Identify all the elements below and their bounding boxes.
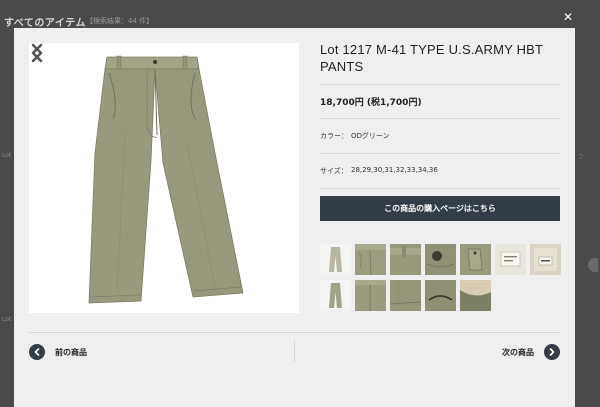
- footer-center-divider: [294, 340, 295, 362]
- next-product-link[interactable]: 次の商品: [502, 344, 560, 360]
- color-row: カラー： ODグリーン: [320, 131, 560, 141]
- background-count: 【検索結果：44 件】: [86, 17, 154, 25]
- divider: [320, 84, 560, 85]
- thumbnail-hem-detail[interactable]: [390, 280, 421, 311]
- product-price: 18,700円 (税1,700円): [320, 98, 422, 108]
- thumbnail-lining-detail[interactable]: [460, 280, 491, 311]
- size-label: サイズ：: [320, 167, 348, 175]
- product-info: Lot 1217 M-41 TYPE U.S.ARMY HBT PANTS 18…: [320, 41, 560, 189]
- size-row: サイズ： 28,29,30,31,32,33,34,36: [320, 166, 560, 176]
- thumbnail-back-pocket[interactable]: [425, 244, 456, 275]
- product-modal: Lot 1217 M-41 TYPE U.S.ARMY HBT PANTS 18…: [14, 28, 575, 407]
- thumbnail-full-back[interactable]: [320, 280, 351, 311]
- size-value: 28,29,30,31,32,33,34,36: [351, 166, 438, 174]
- next-product-label: 次の商品: [502, 347, 534, 357]
- close-icon[interactable]: ✕: [563, 10, 573, 24]
- thumbnail-pocket-detail[interactable]: [460, 244, 491, 275]
- footer-divider: [29, 332, 560, 333]
- divider: [320, 153, 560, 154]
- background-scroll-button: [588, 258, 598, 272]
- previous-product-link[interactable]: 前の商品: [29, 344, 87, 360]
- background-title: すべてのアイテム: [4, 18, 86, 29]
- purchase-page-button[interactable]: この商品の購入ページはこちら: [320, 196, 560, 221]
- color-label: カラー：: [320, 132, 348, 140]
- circle-chevron-right-icon: [544, 344, 560, 360]
- pants-illustration: [88, 55, 244, 304]
- thumbnail-button-detail[interactable]: [425, 280, 456, 311]
- background-edge-label: Lot: [2, 152, 12, 159]
- color-value: ODグリーン: [351, 132, 390, 140]
- thumbnail-full-front[interactable]: [320, 244, 351, 275]
- thumbnail-waist-detail[interactable]: [390, 244, 421, 275]
- previous-product-label: 前の商品: [55, 347, 87, 357]
- chevron-right-icon[interactable]: [29, 43, 45, 63]
- thumbnail-seat-detail[interactable]: [355, 280, 386, 311]
- thumbnail-label-detail[interactable]: [495, 244, 526, 275]
- thumbnail-front-detail[interactable]: [355, 244, 386, 275]
- circle-chevron-left-icon: [29, 344, 45, 360]
- divider: [320, 188, 560, 189]
- product-main-image: [29, 43, 299, 313]
- divider: [320, 118, 560, 119]
- background-edge-label: Lot: [2, 316, 12, 323]
- thumbnail-size-tag[interactable]: [530, 244, 561, 275]
- product-title: Lot 1217 M-41 TYPE U.S.ARMY HBT PANTS: [320, 42, 543, 74]
- background-edge-label: フ: [578, 154, 585, 161]
